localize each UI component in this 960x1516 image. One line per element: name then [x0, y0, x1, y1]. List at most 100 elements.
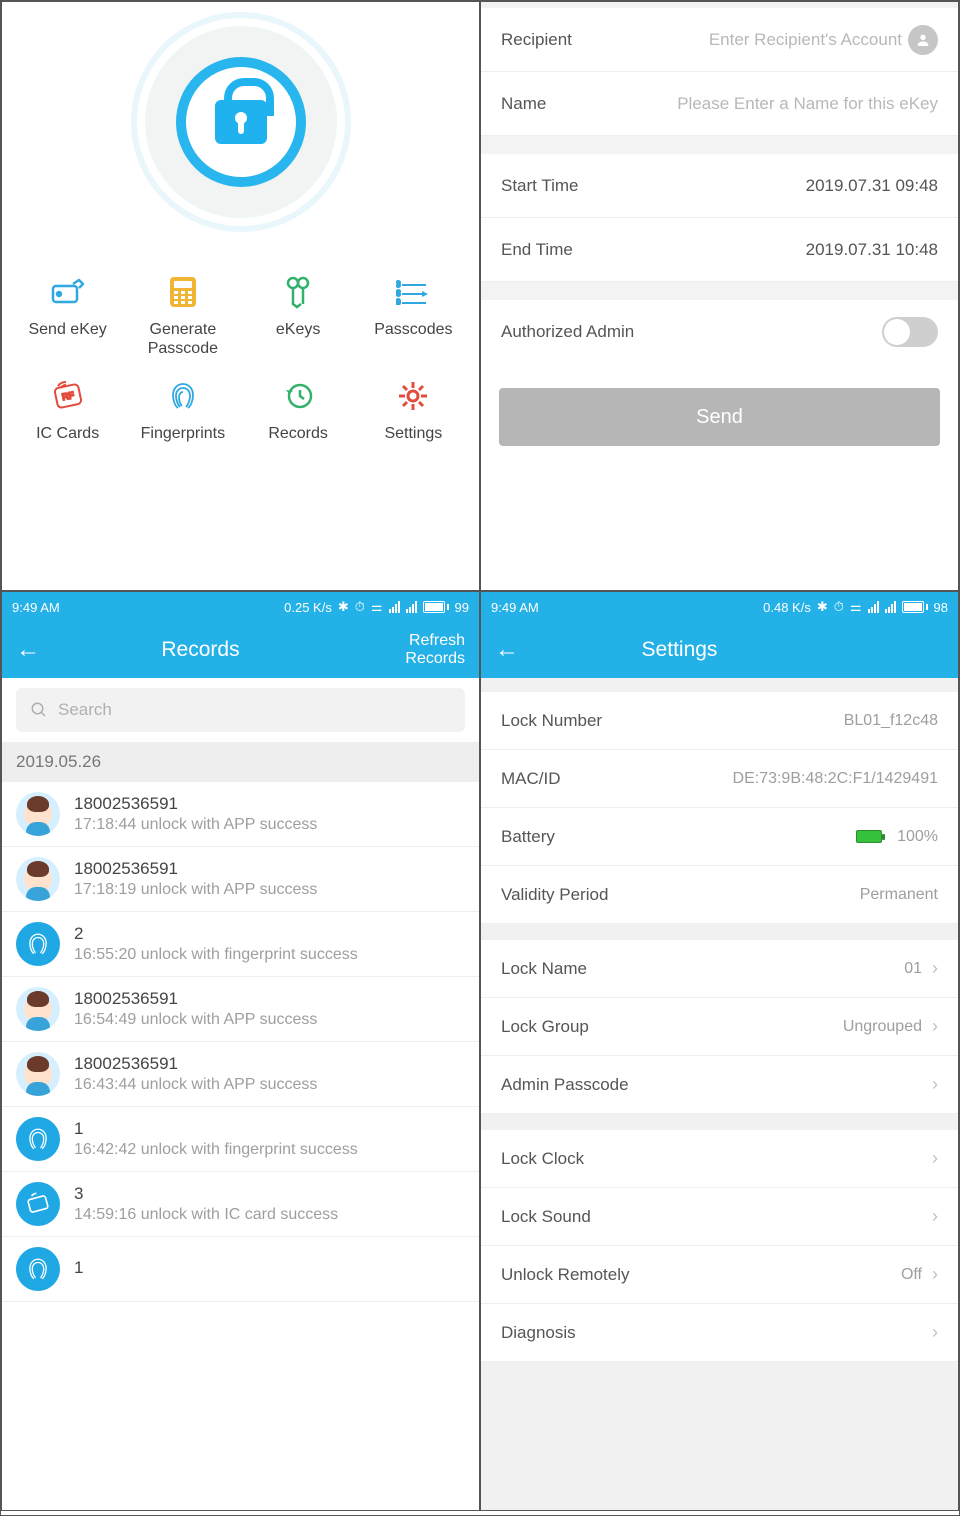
record-detail: 14:59:16 unlock with IC card success	[74, 1206, 338, 1224]
settings-row-admin-passcode[interactable]: Admin Passcode ›	[481, 1056, 958, 1114]
chevron-right-icon: ›	[932, 1148, 938, 1169]
send-ekey-button[interactable]: Send eKey	[10, 272, 125, 358]
icon-label: Fingerprints	[141, 424, 225, 443]
icon-label: GeneratePasscode	[148, 320, 218, 358]
settings-value: ›	[932, 1206, 938, 1227]
alarm-icon: ⏱	[355, 599, 365, 615]
fingerprint-icon	[16, 922, 60, 966]
settings-value: Off›	[901, 1264, 938, 1285]
record-detail: 16:55:20 unlock with fingerprint success	[74, 946, 358, 964]
settings-row-lock-name[interactable]: Lock Name 01›	[481, 940, 958, 998]
record-title: 18002536591	[74, 859, 317, 879]
status-bar: 9:49 AM 0.25 K/s ✱ ⏱ ⚌ 99	[2, 592, 479, 622]
chevron-right-icon: ›	[932, 1322, 938, 1343]
fingerprint-icon	[16, 1247, 60, 1291]
send-button[interactable]: Send	[499, 388, 940, 446]
page-title: Settings	[535, 638, 824, 662]
record-title: 18002536591	[74, 989, 317, 1009]
name-label: Name	[501, 94, 546, 114]
chevron-right-icon: ›	[932, 958, 938, 979]
record-detail: 16:43:44 unlock with APP success	[74, 1076, 317, 1094]
chevron-right-icon: ›	[932, 1264, 938, 1285]
name-input[interactable]: Please Enter a Name for this eKey	[560, 94, 938, 114]
admin-toggle[interactable]	[882, 317, 938, 347]
battery-icon	[902, 601, 928, 613]
settings-value: ›	[932, 1322, 938, 1343]
record-row[interactable]: 1	[2, 1237, 479, 1302]
settings-label: MAC/ID	[501, 769, 561, 789]
battery-icon	[423, 601, 449, 613]
svg-text:3: 3	[396, 280, 401, 289]
settings-row-validity-period: Validity Period Permanent	[481, 866, 958, 924]
refresh-button[interactable]: Refresh Records	[345, 632, 465, 668]
lock-button[interactable]	[2, 2, 479, 262]
battery-icon	[856, 830, 882, 843]
svg-text:RF: RF	[61, 390, 75, 402]
page-title: Records	[56, 638, 345, 662]
settings-panel: 9:49 AM 0.48 K/s ✱ ⏱ ⚌ 98 ← Settings Loc…	[480, 591, 959, 1511]
avatar	[16, 857, 60, 901]
settings-label: Lock Name	[501, 959, 587, 979]
recipient-input[interactable]: Enter Recipient's Account	[586, 30, 902, 50]
generate-passcode-button[interactable]: GeneratePasscode	[125, 272, 240, 358]
signal-icon	[389, 601, 400, 613]
contact-icon[interactable]	[908, 25, 938, 55]
record-row[interactable]: 1800253659116:54:49 unlock with APP succ…	[2, 977, 479, 1042]
home-panel: Send eKey GeneratePasscode eKeys369 Pass…	[1, 1, 480, 591]
search-input[interactable]: Search	[16, 688, 465, 732]
bluetooth-icon: ✱	[817, 599, 828, 615]
settings-row-mac-id: MAC/ID DE:73:9B:48:2C:F1/1429491	[481, 750, 958, 808]
settings-value: BL01_f12c48	[844, 712, 938, 730]
settings-label: Validity Period	[501, 885, 608, 905]
settings-row-unlock-remotely[interactable]: Unlock Remotely Off›	[481, 1246, 958, 1304]
start-time-row[interactable]: Start Time 2019.07.31 09:48	[481, 154, 958, 218]
end-time-row[interactable]: End Time 2019.07.31 10:48	[481, 218, 958, 282]
record-row[interactable]: 116:42:42 unlock with fingerprint succes…	[2, 1107, 479, 1172]
recipient-label: Recipient	[501, 30, 572, 50]
settings-button[interactable]: Settings	[356, 376, 471, 443]
ekeys-button[interactable]: eKeys	[241, 272, 356, 358]
settings-value: DE:73:9B:48:2C:F1/1429491	[733, 770, 938, 788]
passcodes-button[interactable]: 369 Passcodes	[356, 272, 471, 358]
settings-row-lock-group[interactable]: Lock Group Ungrouped›	[481, 998, 958, 1056]
fingerprints-icon	[163, 376, 203, 416]
record-row[interactable]: 1800253659116:43:44 unlock with APP succ…	[2, 1042, 479, 1107]
avatar	[16, 987, 60, 1031]
name-row[interactable]: Name Please Enter a Name for this eKey	[481, 72, 958, 136]
bluetooth-icon: ✱	[338, 599, 349, 615]
recipient-row[interactable]: Recipient Enter Recipient's Account	[481, 8, 958, 72]
settings-value: Permanent	[860, 886, 938, 904]
icon-label: Passcodes	[374, 320, 452, 339]
back-button[interactable]: ←	[16, 636, 56, 664]
record-title: 3	[74, 1184, 338, 1204]
settings-value: Ungrouped›	[843, 1016, 938, 1037]
alarm-icon: ⏱	[834, 599, 844, 615]
settings-row-lock-clock[interactable]: Lock Clock ›	[481, 1130, 958, 1188]
send-ekey-icon	[48, 272, 88, 312]
search-icon	[30, 701, 48, 719]
ic-cards-button[interactable]: RF IC Cards	[10, 376, 125, 443]
record-row[interactable]: 216:55:20 unlock with fingerprint succes…	[2, 912, 479, 977]
passcodes-icon: 369	[393, 272, 433, 312]
settings-row-lock-sound[interactable]: Lock Sound ›	[481, 1188, 958, 1246]
fingerprints-button[interactable]: Fingerprints	[125, 376, 240, 443]
record-row[interactable]: 3 14:59:16 unlock with IC card success	[2, 1172, 479, 1237]
record-row[interactable]: 1800253659117:18:44 unlock with APP succ…	[2, 782, 479, 847]
records-icon	[278, 376, 318, 416]
record-row[interactable]: 1800253659117:18:19 unlock with APP succ…	[2, 847, 479, 912]
record-title: 18002536591	[74, 794, 317, 814]
settings-label: Lock Sound	[501, 1207, 591, 1227]
generate-passcode-icon	[163, 272, 203, 312]
settings-label: Lock Group	[501, 1017, 589, 1037]
records-button[interactable]: Records	[241, 376, 356, 443]
nav-bar: ← Records Refresh Records	[2, 622, 479, 678]
signal-icon	[885, 601, 896, 613]
back-button[interactable]: ←	[495, 636, 535, 664]
chevron-right-icon: ›	[932, 1016, 938, 1037]
settings-value: ›	[932, 1074, 938, 1095]
status-bar: 9:49 AM 0.48 K/s ✱ ⏱ ⚌ 98	[481, 592, 958, 622]
record-title: 1	[74, 1119, 358, 1139]
settings-label: Admin Passcode	[501, 1075, 629, 1095]
settings-row-diagnosis[interactable]: Diagnosis ›	[481, 1304, 958, 1362]
wifi-icon: ⚌	[850, 599, 862, 615]
